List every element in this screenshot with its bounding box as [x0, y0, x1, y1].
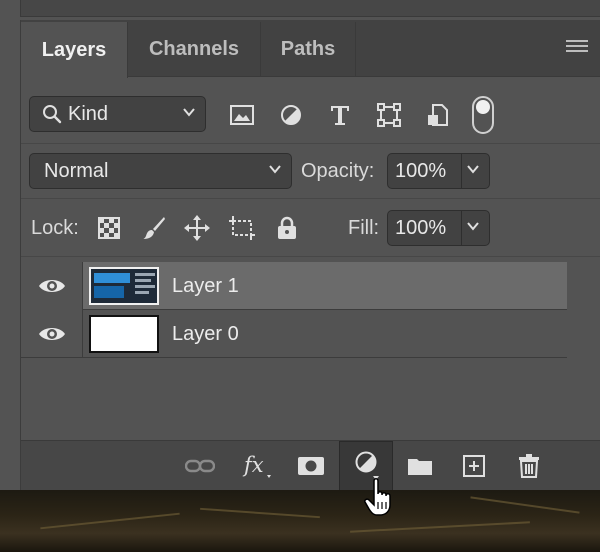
- blend-mode-value: Normal: [44, 159, 109, 182]
- lock-label: Lock:: [31, 217, 79, 239]
- layers-panel: [20, 20, 600, 490]
- divider: [21, 256, 600, 257]
- tab-paths[interactable]: Paths: [261, 22, 355, 76]
- layer-thumbnail: [89, 315, 159, 353]
- delete-layer-icon[interactable]: [512, 449, 546, 483]
- lock-image-pixels-icon[interactable]: [139, 213, 169, 243]
- type-filter-icon[interactable]: [325, 100, 355, 130]
- blend-mode-dropdown[interactable]: Normal: [29, 153, 292, 189]
- tab-divider: [355, 22, 356, 76]
- layer-row-layer-0[interactable]: Layer 0: [21, 310, 567, 358]
- canvas-photo-strip: [0, 490, 600, 552]
- smart-object-filter-icon[interactable]: [423, 100, 453, 130]
- tab-layers-label: Layers: [41, 38, 107, 61]
- upper-panel-edge: [20, 0, 600, 17]
- tab-layers[interactable]: Layers: [21, 22, 128, 78]
- layers-footer-toolbar: fx: [21, 440, 600, 491]
- opacity-label: Opacity:: [301, 160, 375, 182]
- layer-name: Layer 0: [172, 323, 239, 345]
- panel-menu-icon[interactable]: [566, 40, 588, 56]
- chevron-down-icon: [467, 165, 479, 174]
- fill-value: 100%: [395, 216, 447, 239]
- visibility-toggle[interactable]: [21, 310, 83, 358]
- eye-icon: [38, 280, 65, 292]
- opacity-value: 100%: [395, 159, 447, 182]
- fx-icon[interactable]: fx: [239, 449, 273, 483]
- new-layer-icon[interactable]: [457, 449, 491, 483]
- search-icon: [43, 105, 62, 124]
- tab-paths-label: Paths: [280, 37, 336, 60]
- lock-artboard-icon[interactable]: [227, 213, 257, 243]
- image-filter-icon[interactable]: [227, 100, 257, 130]
- add-mask-icon[interactable]: [294, 449, 328, 483]
- layer-row-layer-1[interactable]: Layer 1: [21, 262, 567, 310]
- filter-toggle-icon[interactable]: [472, 96, 494, 134]
- svg-text:fx: fx: [242, 453, 264, 477]
- layer-name: Layer 1: [172, 275, 239, 297]
- hand-cursor-icon: [364, 478, 391, 516]
- divider: [21, 143, 600, 144]
- adjustment-filter-icon[interactable]: [276, 100, 306, 130]
- eye-icon: [38, 328, 65, 340]
- divider: [21, 198, 600, 199]
- chevron-down-icon: [183, 108, 195, 117]
- opacity-field[interactable]: 100%: [387, 153, 490, 189]
- fill-field[interactable]: 100%: [387, 210, 490, 246]
- link-layers-icon[interactable]: [183, 449, 217, 483]
- chevron-down-icon: [467, 222, 479, 231]
- lock-all-icon[interactable]: [272, 213, 302, 243]
- shape-filter-icon[interactable]: [374, 100, 404, 130]
- filter-kind-dropdown[interactable]: Kind: [29, 96, 206, 132]
- lock-position-icon[interactable]: [182, 213, 212, 243]
- tab-channels-label: Channels: [148, 37, 240, 60]
- tab-channels[interactable]: Channels: [128, 22, 260, 76]
- new-group-icon[interactable]: [403, 449, 437, 483]
- scrollbar-track[interactable]: [567, 262, 600, 440]
- lock-transparent-pixels-icon[interactable]: [94, 213, 124, 243]
- fill-label: Fill:: [348, 217, 380, 239]
- visibility-toggle[interactable]: [21, 262, 83, 310]
- layer-thumbnail: [89, 267, 159, 305]
- filter-kind-label: Kind: [68, 102, 109, 125]
- chevron-down-icon: [269, 165, 281, 174]
